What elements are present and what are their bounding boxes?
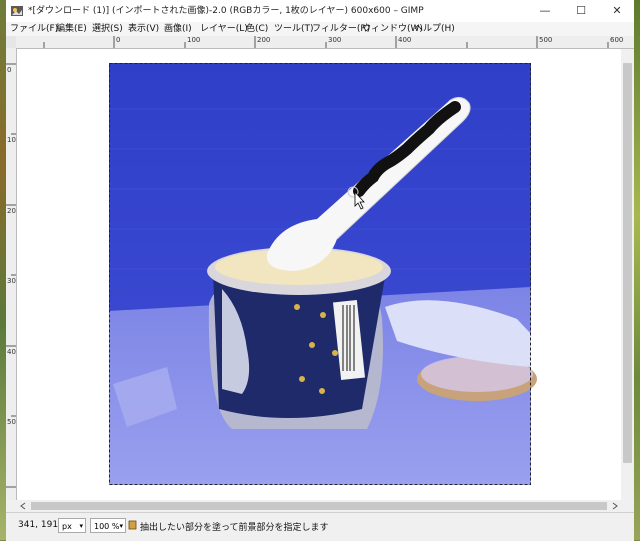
- ruler-left-label: 400: [7, 348, 16, 356]
- desktop-background-right: [634, 0, 640, 540]
- ruler-top-label: 500: [539, 36, 553, 44]
- vertical-scroll-thumb[interactable]: [623, 63, 632, 463]
- ruler-left-label: 0: [7, 66, 12, 74]
- horizontal-ruler[interactable]: 0 100 200 300 400 500 600: [16, 36, 634, 49]
- ruler-left-label: 300: [7, 277, 16, 285]
- vertical-ruler[interactable]: 0 100 200 300 400 500: [6, 48, 17, 500]
- menu-view[interactable]: 表示(V): [128, 22, 159, 36]
- ruler-top-label: 200: [257, 36, 271, 44]
- title-bar: *[ダウンロード (1)] (インポートされた画像)-2.0 (RGBカラー, …: [6, 0, 634, 22]
- chevron-down-icon: ▾: [119, 522, 123, 530]
- ruler-left-label: 100: [7, 136, 16, 144]
- gimp-app-icon: [11, 6, 23, 16]
- ruler-top-label: 100: [187, 36, 201, 44]
- ruler-top-label: 300: [328, 36, 342, 44]
- menu-bar: ファイル(F) 編集(E) 選択(S) 表示(V) 画像(I) レイヤー(L) …: [6, 22, 634, 36]
- menu-layer[interactable]: レイヤー(L): [200, 22, 248, 36]
- ruler-top-label: 600: [610, 36, 624, 44]
- tool-hint-icon: [128, 520, 137, 530]
- zoom-select[interactable]: 100 % ▾: [90, 518, 126, 533]
- image-canvas[interactable]: [17, 49, 621, 500]
- pointer-coordinates: 341, 191: [18, 520, 59, 530]
- window-title: *[ダウンロード (1)] (インポートされた画像)-2.0 (RGBカラー, …: [28, 6, 424, 16]
- minimize-button[interactable]: —: [530, 0, 560, 22]
- gimp-window: *[ダウンロード (1)] (インポートされた画像)-2.0 (RGBカラー, …: [6, 0, 634, 541]
- menu-select[interactable]: 選択(S): [92, 22, 123, 36]
- zoom-value: 100 %: [94, 522, 120, 531]
- close-button[interactable]: ✕: [602, 0, 632, 22]
- minimize-icon: —: [539, 4, 551, 17]
- menu-image[interactable]: 画像(I): [164, 22, 192, 36]
- unit-value: px: [62, 522, 72, 531]
- horizontal-scroll-thumb[interactable]: [31, 502, 607, 510]
- horizontal-scrollbar[interactable]: [17, 500, 621, 512]
- maximize-icon: ☐: [576, 4, 586, 17]
- close-icon: ✕: [612, 4, 622, 17]
- image-content[interactable]: [17, 49, 621, 500]
- maximize-button[interactable]: ☐: [566, 0, 596, 22]
- ruler-left-label: 200: [7, 207, 16, 215]
- ruler-top-label: 0: [116, 36, 121, 44]
- ruler-corner[interactable]: [6, 36, 16, 48]
- menu-file[interactable]: ファイル(F): [10, 22, 58, 36]
- ruler-left-label: 500: [7, 418, 16, 426]
- menu-tools[interactable]: ツール(T): [274, 22, 314, 36]
- vertical-ruler-ticks: [6, 63, 16, 488]
- status-message: 抽出したい部分を塗って前景部分を指定します: [140, 523, 329, 533]
- menu-edit[interactable]: 編集(E): [56, 22, 87, 36]
- status-bar: 341, 191 px ▾ 100 % ▾ 抽出したい部分を塗って前景部分を指定しま…: [6, 512, 634, 541]
- menu-help[interactable]: ヘルプ(H): [414, 22, 455, 36]
- scroll-left-icon[interactable]: [19, 500, 27, 512]
- ruler-top-label: 400: [398, 36, 412, 44]
- menu-colors[interactable]: 色(C): [246, 22, 268, 36]
- chevron-down-icon: ▾: [79, 522, 83, 530]
- scroll-right-icon[interactable]: [611, 500, 619, 512]
- vertical-scrollbar[interactable]: [621, 49, 634, 500]
- unit-select[interactable]: px ▾: [58, 518, 86, 533]
